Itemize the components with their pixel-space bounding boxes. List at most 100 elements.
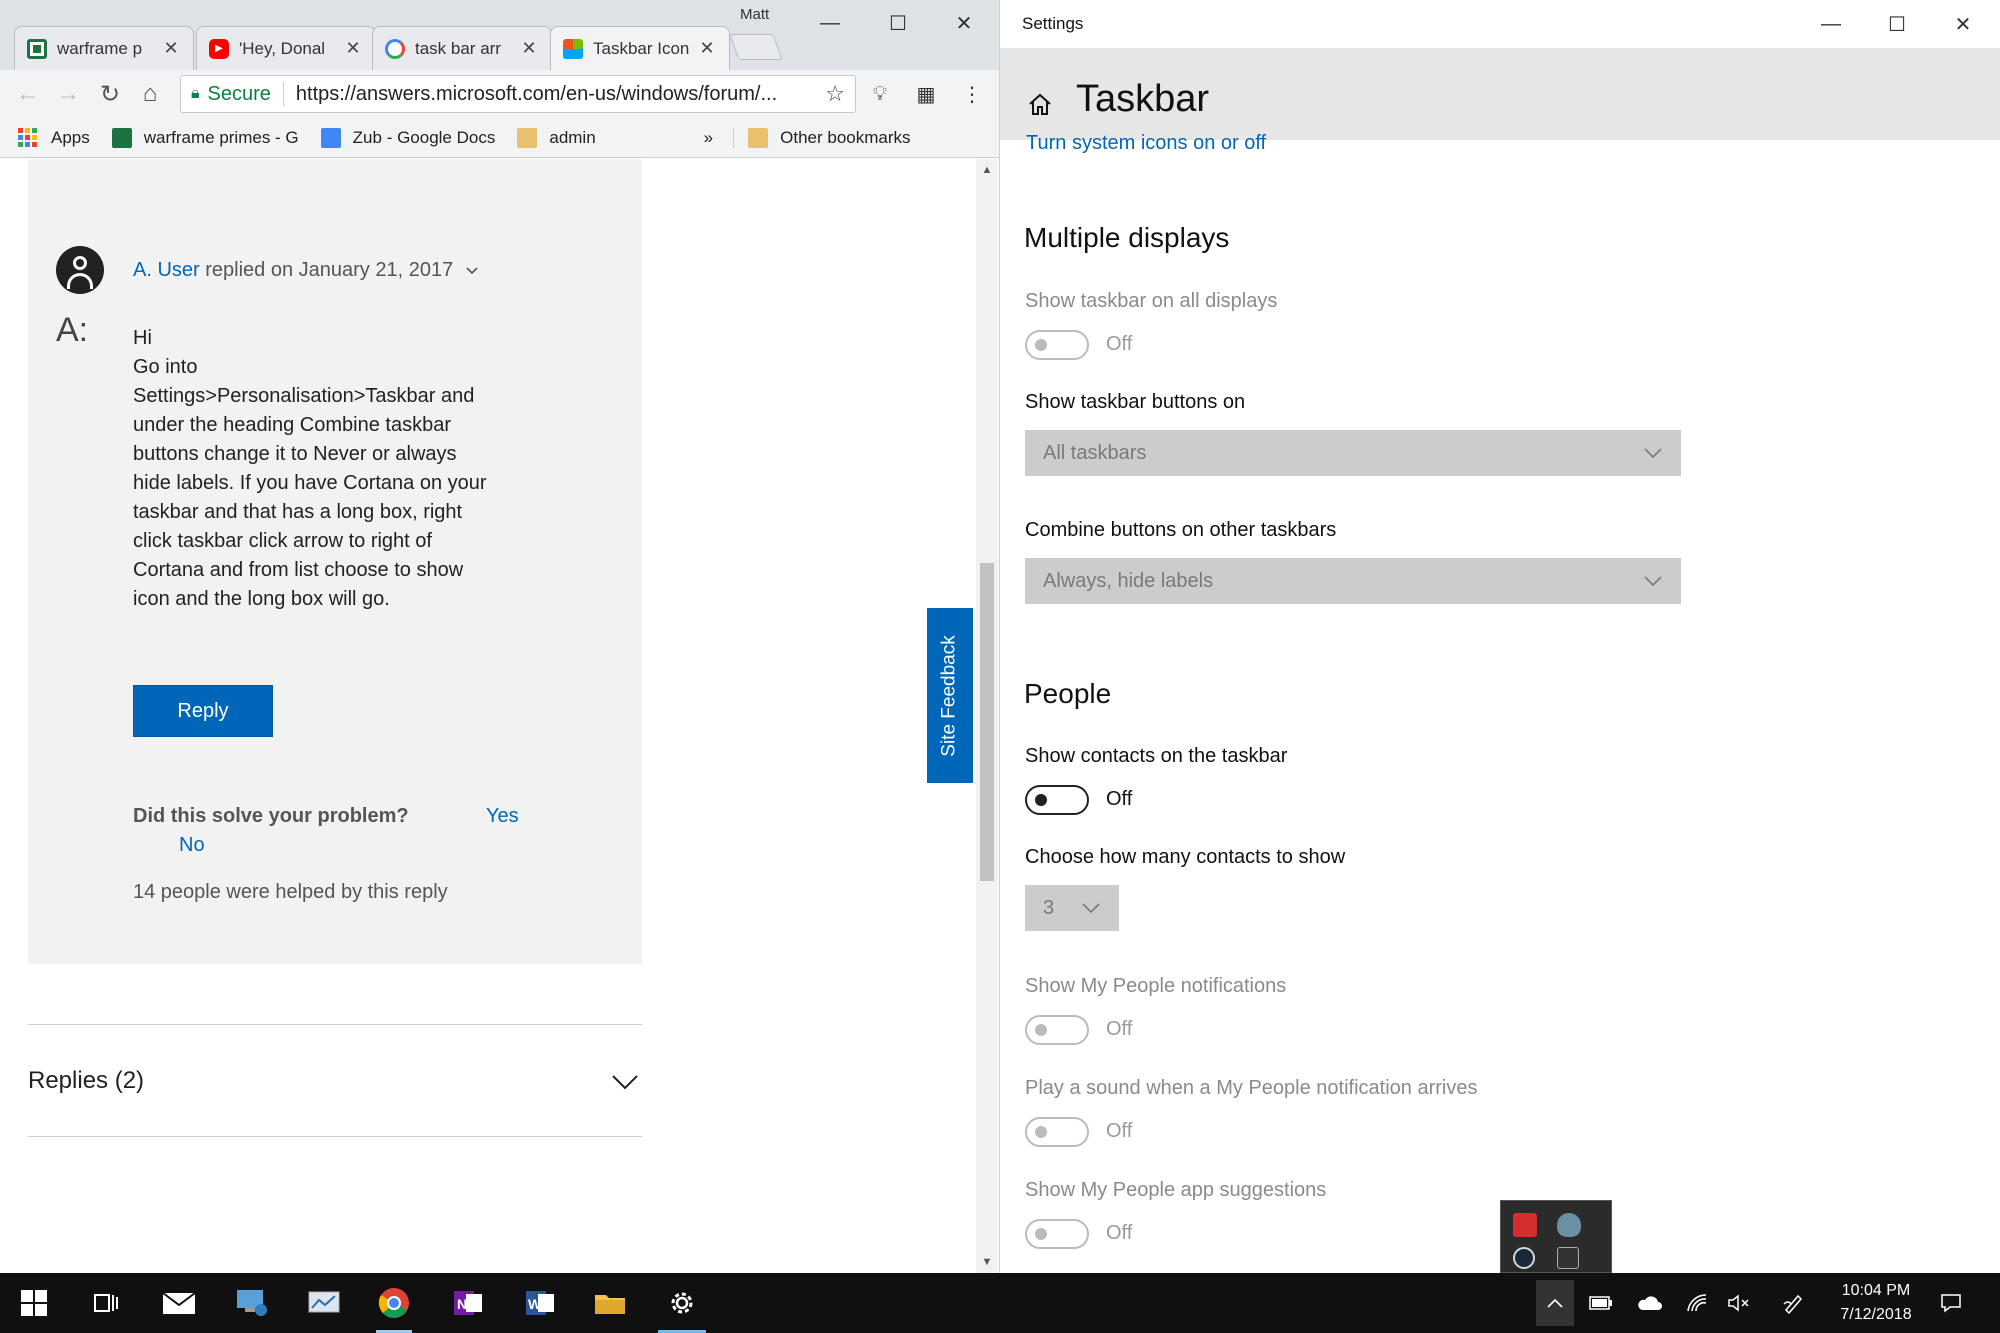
author-link[interactable]: A. User	[133, 259, 200, 281]
onenote-icon: N	[454, 1291, 482, 1315]
yes-link[interactable]: Yes	[486, 805, 519, 828]
minimize-button[interactable]: —	[1798, 4, 1864, 44]
close-icon[interactable]: ✕	[519, 38, 539, 59]
bookmark-zub-docs[interactable]: Zub - Google Docs	[320, 127, 495, 148]
bookmark-apps[interactable]: Apps	[18, 128, 90, 148]
show-contacts-toggle[interactable]	[1025, 785, 1089, 815]
pen-workspace-icon[interactable]	[1776, 1287, 1810, 1319]
home-icon[interactable]	[1026, 90, 1054, 118]
close-window-button[interactable]: ✕	[934, 6, 994, 40]
bookmarks-overflow[interactable]: »	[704, 128, 713, 148]
antivirus-icon[interactable]	[1513, 1213, 1537, 1237]
answer-line: Go into	[133, 356, 198, 378]
replies-toggle[interactable]: Replies (2)	[28, 1067, 144, 1095]
home-icon[interactable]: ⌂	[134, 78, 166, 110]
notification-glyph	[1941, 1294, 1961, 1313]
chevron-down-icon[interactable]	[465, 266, 479, 276]
sound-toggle[interactable]	[1025, 1117, 1089, 1147]
task-view-button[interactable]	[82, 1281, 130, 1325]
close-icon[interactable]: ✕	[697, 38, 717, 59]
answer-line: Settings>Personalisation>Taskbar and	[133, 385, 475, 407]
apps-grid-icon	[18, 128, 37, 147]
tab-strip: warframe p ✕ ▶ 'Hey, Donal ✕ task bar ar…	[0, 0, 999, 70]
site-feedback-button[interactable]: Site Feedback	[927, 608, 973, 783]
no-link[interactable]: No	[179, 834, 205, 857]
folder-icon	[517, 127, 538, 148]
start-button[interactable]	[10, 1281, 58, 1325]
cloud-glyph	[1638, 1296, 1662, 1310]
url-text[interactable]: https://answers.microsoft.com/en-us/wind…	[296, 83, 825, 106]
bookmark-admin[interactable]: admin	[517, 127, 596, 148]
reload-icon[interactable]: ↻	[94, 78, 126, 110]
page-scrollbar[interactable]: ▲ ▼	[976, 159, 998, 1273]
back-icon[interactable]: ←	[12, 78, 44, 110]
nvidia-icon[interactable]	[1557, 1247, 1579, 1269]
remote-desktop-icon	[237, 1290, 267, 1316]
battery-icon[interactable]	[1584, 1287, 1618, 1319]
remote-desktop-app[interactable]	[228, 1281, 276, 1325]
bookmark-warframe[interactable]: warframe primes - G	[111, 127, 299, 148]
close-icon[interactable]: ✕	[343, 38, 363, 59]
maximize-button[interactable]: ☐	[868, 6, 928, 40]
file-explorer-app[interactable]	[586, 1281, 634, 1325]
secure-label: Secure	[207, 82, 271, 105]
web-page: A. User replied on January 21, 2017 A: H…	[0, 159, 982, 1273]
answer-body: Hi Go into Settings>Personalisation>Task…	[133, 324, 553, 614]
settings-app[interactable]	[658, 1281, 706, 1333]
steam-icon[interactable]	[1513, 1247, 1535, 1269]
buttons-on-dropdown[interactable]: All taskbars	[1025, 430, 1681, 476]
chevron-up-icon	[1547, 1298, 1563, 1308]
scrollbar-thumb[interactable]	[980, 563, 994, 881]
clock[interactable]: 10:04 PM 7/12/2018	[1828, 1279, 1924, 1327]
profile-name[interactable]: Matt	[740, 6, 769, 23]
close-window-button[interactable]: ✕	[1930, 4, 1996, 44]
bookmark-star-icon[interactable]: ☆	[825, 81, 845, 107]
chevron-down-icon[interactable]	[610, 1067, 640, 1097]
system-icons-link[interactable]: Turn system icons on or off	[1026, 132, 1266, 155]
chrome-app[interactable]	[370, 1281, 418, 1333]
how-many-dropdown[interactable]: 3	[1025, 885, 1119, 931]
combine-dropdown[interactable]: Always, hide labels	[1025, 558, 1681, 604]
scroll-down-icon[interactable]: ▼	[976, 1251, 998, 1273]
onenote-app[interactable]: N	[444, 1281, 492, 1325]
wifi-glyph	[1687, 1294, 1707, 1312]
battery-glyph	[1589, 1296, 1612, 1310]
new-tab-button[interactable]	[729, 34, 783, 60]
performance-monitor-app[interactable]	[300, 1281, 348, 1325]
address-bar[interactable]: 🔒︎ Secure https://answers.microsoft.com/…	[180, 75, 856, 113]
answer-card: A. User replied on January 21, 2017 A: H…	[28, 159, 642, 964]
word-icon: W	[526, 1291, 554, 1315]
tab-google-search[interactable]: task bar arr ✕	[372, 26, 552, 70]
tab-youtube[interactable]: ▶ 'Hey, Donal ✕	[196, 26, 376, 70]
action-center-icon[interactable]	[1934, 1287, 1968, 1319]
volume-muted-icon[interactable]	[1722, 1287, 1756, 1319]
suggestions-toggle[interactable]	[1025, 1219, 1089, 1249]
close-icon[interactable]: ✕	[161, 38, 181, 59]
show-contacts-label: Show contacts on the taskbar	[1025, 745, 1288, 767]
extension-reader-icon[interactable]: ▦	[912, 80, 940, 108]
show-hidden-icons-button[interactable]	[1536, 1280, 1574, 1326]
shield-icon[interactable]	[1557, 1213, 1581, 1237]
browser-toolbar: ← → ↻ ⌂ 🔒︎ Secure https://answers.micros…	[0, 70, 999, 118]
tab-title: warframe p	[57, 38, 143, 58]
tray-overflow-flyout	[1500, 1200, 1612, 1273]
mail-app[interactable]	[155, 1281, 203, 1325]
menu-icon[interactable]: ⋮	[958, 80, 986, 108]
extension-lightbulb-icon[interactable]: 💡︎	[866, 80, 894, 108]
reply-button[interactable]: Reply	[133, 685, 273, 737]
other-bookmarks[interactable]: Other bookmarks	[733, 127, 911, 148]
forward-icon[interactable]: →	[52, 78, 84, 110]
network-wifi-icon[interactable]	[1680, 1287, 1714, 1319]
word-app[interactable]: W	[516, 1281, 564, 1325]
maximize-button[interactable]: ☐	[1864, 4, 1930, 44]
tab-title: Taskbar Icon	[593, 38, 690, 58]
tab-warframe[interactable]: warframe p ✕	[14, 26, 194, 70]
tab-taskbar-icons[interactable]: Taskbar Icon ✕	[550, 26, 730, 70]
show-all-displays-toggle[interactable]	[1025, 330, 1089, 360]
answer-line: Cortana and from list choose to show	[133, 559, 464, 581]
notifications-toggle[interactable]	[1025, 1015, 1089, 1045]
minimize-button[interactable]: —	[800, 6, 860, 40]
answer-line: icon and the long box will go.	[133, 588, 390, 610]
scroll-up-icon[interactable]: ▲	[976, 159, 998, 181]
onedrive-icon[interactable]	[1632, 1287, 1666, 1319]
